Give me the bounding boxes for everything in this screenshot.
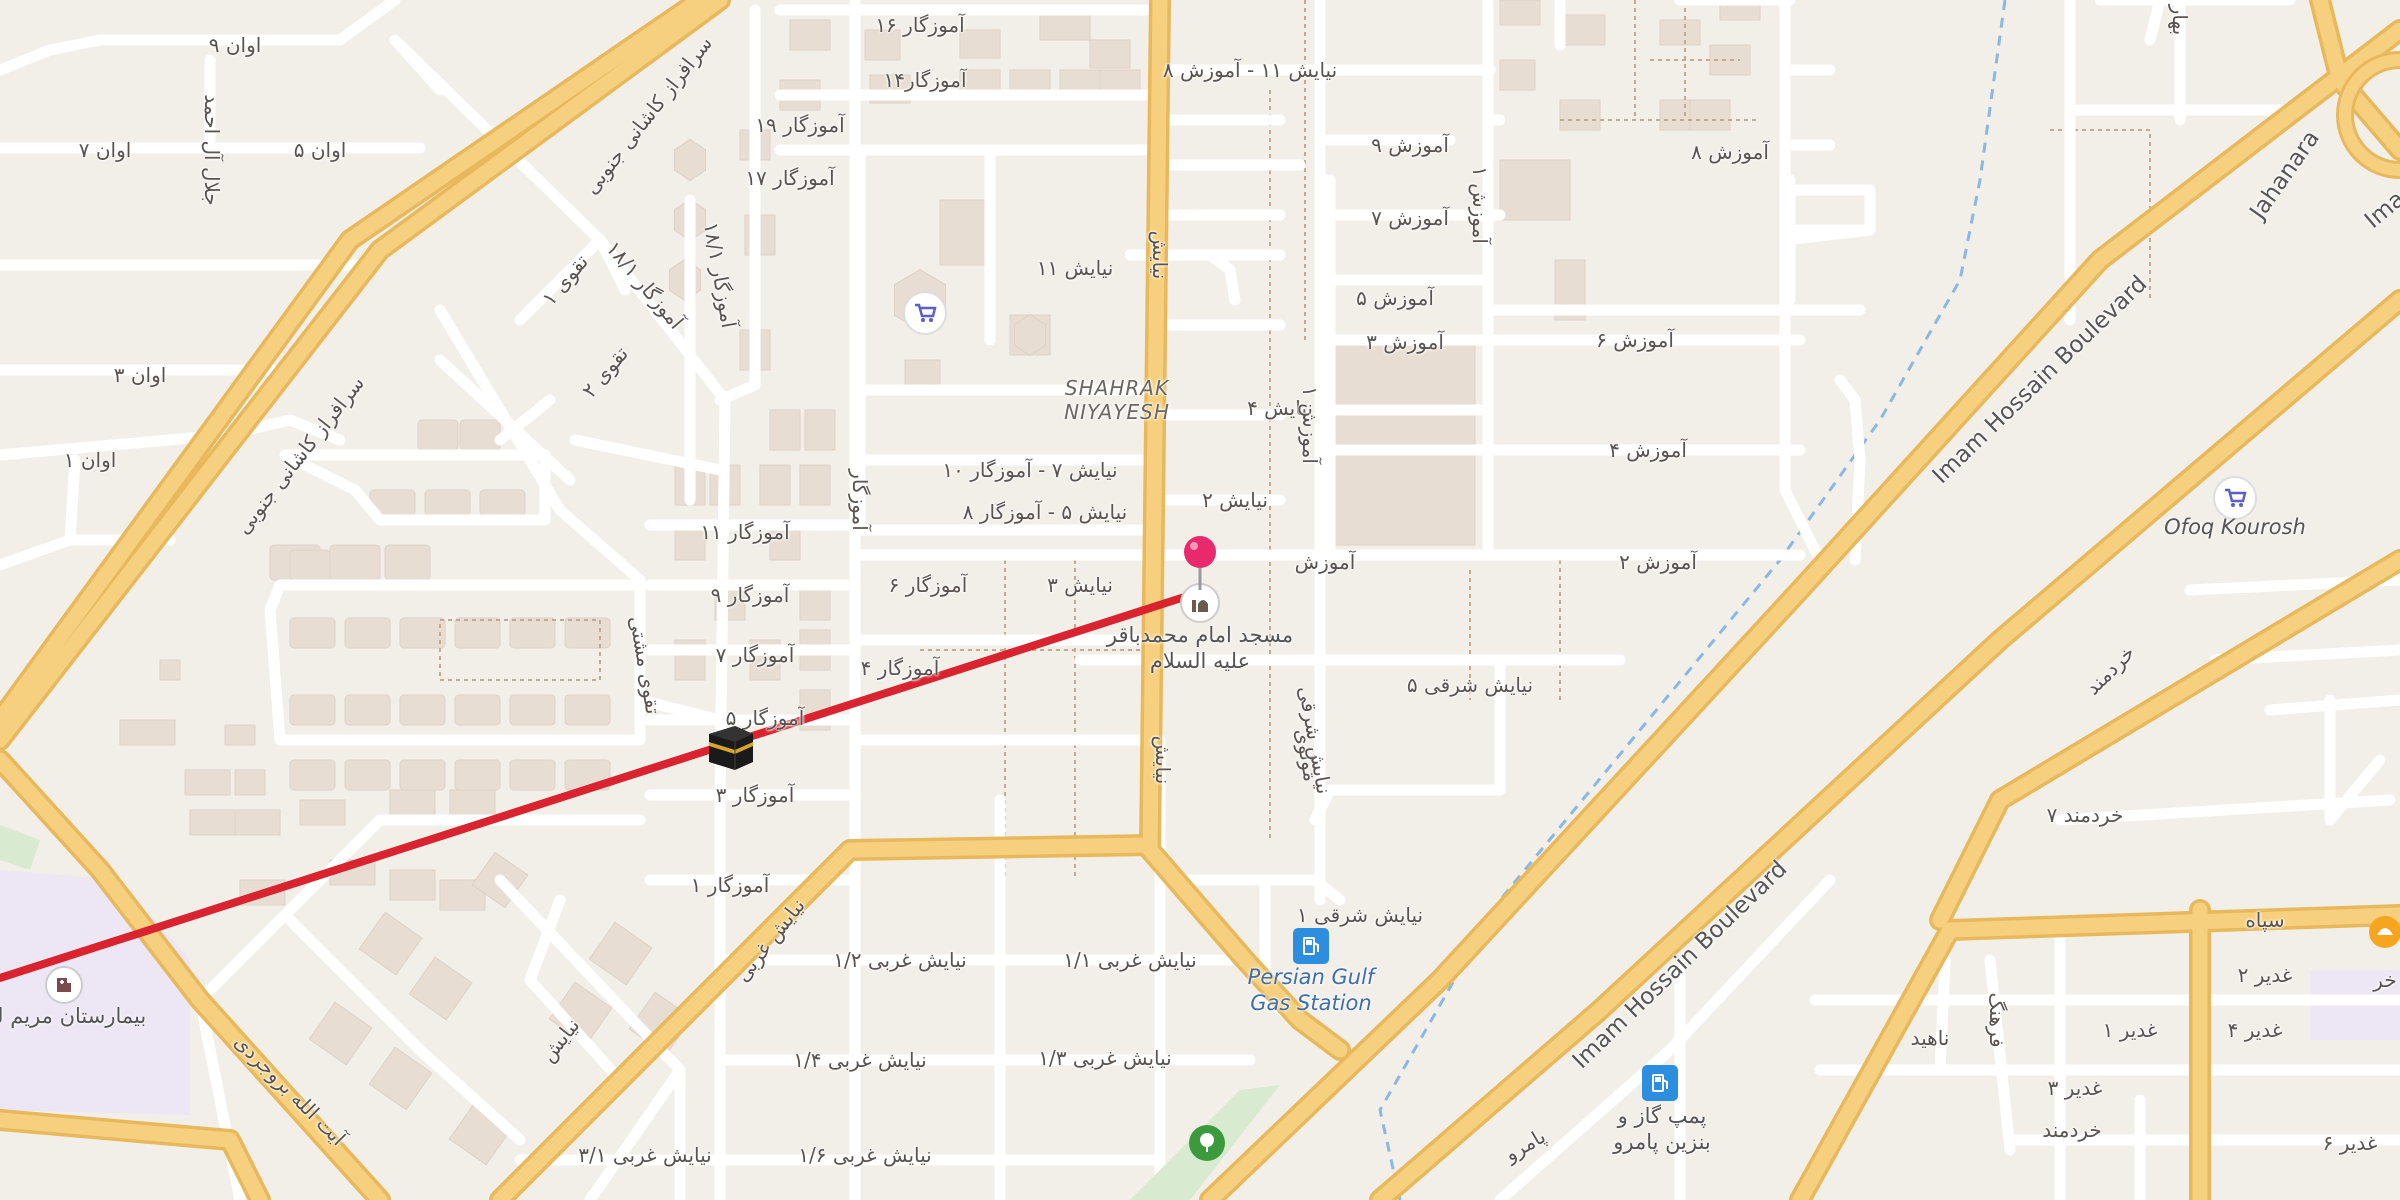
street-label: نیایش (1148, 230, 1172, 280)
pin-icon (1184, 536, 1216, 590)
street-label: آموزش ۹ (1371, 133, 1449, 157)
area-label: SHAHRAK NIYAYESH (1064, 376, 1170, 424)
street-label: آموزش ۱ (1298, 386, 1322, 464)
street-label: آموزگار ۱۶ (875, 13, 965, 37)
street-label: آموزش ۲ (1619, 550, 1697, 574)
pamru-fuel-label[interactable]: پمپ گاز و بنزین پامرو (1613, 1103, 1711, 1155)
cart-icon (2225, 488, 2247, 507)
street-label: اوان ۵ (293, 138, 347, 162)
street-label: آموزش ۳ (1366, 330, 1444, 354)
street-label: آموزش ۸ (1691, 140, 1769, 164)
street-label: آموزش ۱ (1468, 166, 1492, 244)
fuel-icon[interactable] (1293, 928, 1329, 964)
street-label: نیایش غربی ۱/۴ (793, 1048, 927, 1072)
mosque-label-line2: علیه السلام (1149, 649, 1251, 673)
street-label: آموزگار ۱۷ (745, 166, 835, 190)
street-label: اوان ۷ (78, 138, 132, 162)
street-label: نیایش غربی ۱/۲ (833, 948, 967, 972)
mosque-label-line1: مسجد امام محمدباقر (1106, 623, 1294, 647)
map-view[interactable]: SHAHRAK NIYAYESH Imam Hossain Boulevard … (0, 0, 2400, 1200)
pamru-label-line1: پمپ گاز و (1617, 1104, 1707, 1128)
street-label: غدیر ۳ (2047, 1076, 2103, 1100)
street-label: نیایش (1151, 735, 1175, 785)
street-label: خردمند ۷ (2046, 803, 2124, 827)
street-label: آموزگار ۷ (715, 643, 795, 667)
area-label-line2: NIYAYESH (1064, 400, 1170, 424)
bakery-icon[interactable] (2369, 916, 2400, 948)
street-label: ناهید (1910, 1026, 1950, 1050)
street-label: نیایش ۱۱ (1036, 256, 1114, 280)
qibla-kaaba-icon[interactable] (703, 718, 759, 778)
persian-gulf-gas-station-label[interactable]: Persian Gulf Gas Station (1248, 964, 1375, 1016)
street-label: آموزگار ۱ (690, 873, 770, 897)
park-icon[interactable] (1189, 1125, 1225, 1161)
street-label: غدیر ۶ (2322, 1131, 2378, 1155)
street-label: نیایش شرقی ۵ (1406, 673, 1534, 697)
street-label: نیایش غربی ۱/۶ (798, 1143, 932, 1167)
street-label: آموزگار۱۴ (883, 68, 967, 92)
ofoq-kourosh-label[interactable]: Ofoq Kourosh (2164, 514, 2306, 540)
hospital-label[interactable]: بیمارستان مریم لیاقت (0, 1003, 146, 1029)
street-label: آموزگار (848, 469, 872, 531)
street-label: اوان ۱ (63, 448, 117, 472)
street-label: نیایش غربی ۳/۱ (578, 1143, 712, 1167)
street-label: آموزش (1294, 550, 1356, 574)
street-label: فرهنگ (1985, 992, 2009, 1048)
pamru-label-line2: بنزین پامرو (1613, 1130, 1711, 1154)
hospital-area (0, 870, 190, 1115)
street-label: آموزگار ۳ (715, 783, 795, 807)
street-label: اوان ۳ (113, 363, 167, 387)
mosque-label[interactable]: مسجد امام محمدباقر علیه السلام (1107, 622, 1293, 674)
street-label: جلال آل احمد (200, 94, 224, 206)
street-label: غدیر ۴ (2227, 1018, 2283, 1042)
route-line (0, 588, 1204, 982)
hospital-icon[interactable] (45, 966, 83, 1004)
street-label: نیایش غربی ۱/۱ (1063, 948, 1197, 972)
street-label: آموزش ۴ (1609, 438, 1687, 462)
street-label: نیایش ۷ - آموزگار ۱۰ (942, 458, 1118, 482)
street-label: آموزگار ۱۹ (755, 113, 845, 137)
street-label: نیایش شرقی ۱ (1296, 903, 1424, 927)
street-label: آموزش ۵ (1356, 286, 1434, 310)
fuel-icon-pamru[interactable] (1642, 1065, 1678, 1101)
street-label: نیایش ۱۱ - آموزش ۸ (1162, 58, 1338, 82)
street-label: آموزگار ۹ (710, 583, 790, 607)
gas-station-label-line1: Persian Gulf (1247, 965, 1375, 989)
gas-station-label-line2: Gas Station (1250, 991, 1372, 1015)
street-label: خر (2373, 968, 2397, 992)
area-label-line1: SHAHRAK (1064, 376, 1170, 400)
street-label: اوان ۹ (208, 33, 262, 57)
street-label: خردمند (2042, 1118, 2102, 1142)
street-label: غدیر ۲ (2237, 963, 2293, 987)
street-label: آموزش ۷ (1371, 206, 1449, 230)
street-label: آموزگار ۴ (860, 656, 940, 680)
street-label: آموزگار ۶ (888, 573, 968, 597)
cart-icon (915, 303, 937, 322)
shop-icon[interactable] (903, 291, 947, 335)
street-label: غدیر ۱ (2102, 1018, 2158, 1042)
street-label: سپاه (2245, 908, 2285, 932)
street-label: آموزش ۶ (1596, 328, 1674, 352)
street-label: نیایش ۳ (1047, 573, 1113, 597)
street-label: آموزگار ۱۱ (700, 520, 790, 544)
street-label: نیایش ۲ (1202, 488, 1268, 512)
street-label: بهار (2168, 4, 2192, 36)
street-label: نیایش ۵ - آموزگار ۸ (962, 500, 1128, 524)
street-label: نیایش غربی ۱/۳ (1038, 1046, 1172, 1070)
location-pin[interactable] (1180, 534, 1220, 596)
